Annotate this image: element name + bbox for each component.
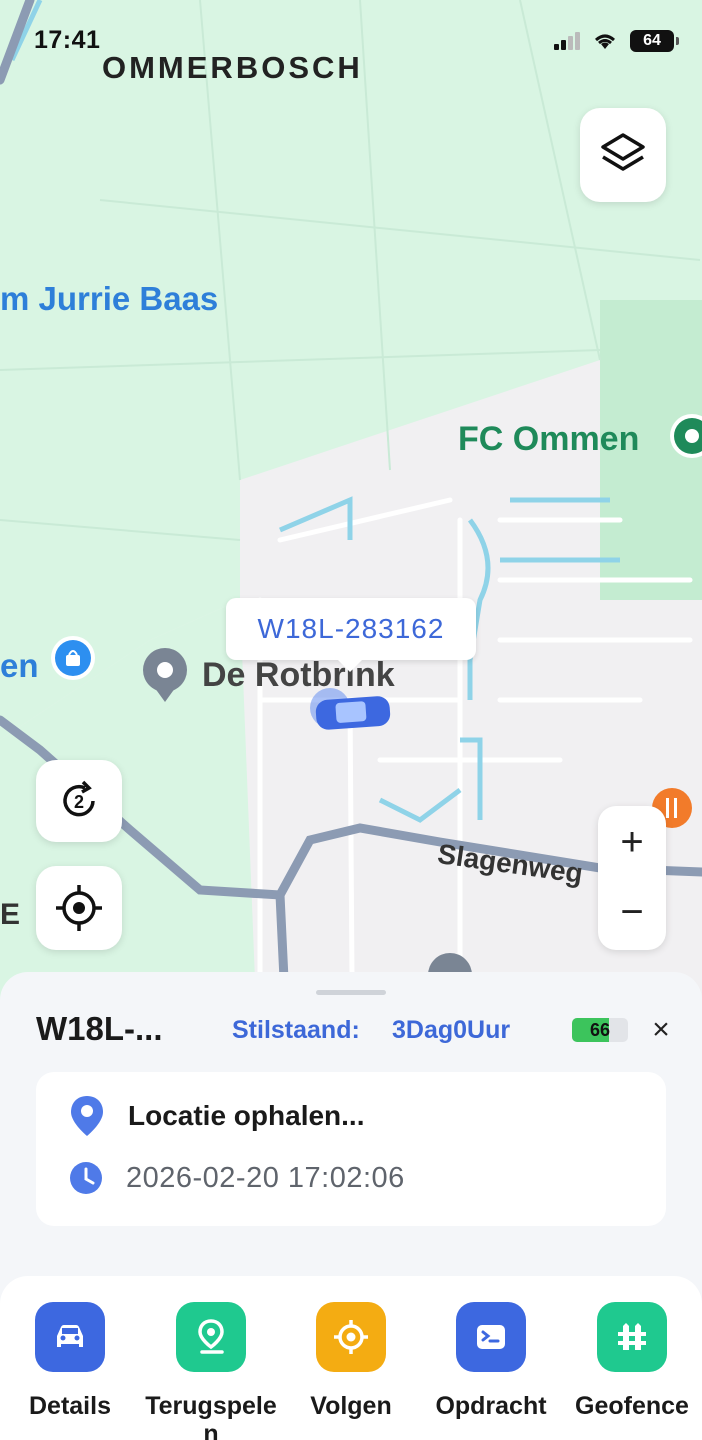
vehicle-id-bubble[interactable]: W18L-283162	[226, 598, 476, 672]
follow-action[interactable]: Volgen	[285, 1302, 417, 1420]
vehicle-battery: 66	[572, 1018, 628, 1042]
map-view[interactable]: 17:41 64 OMMERBOSCH m Jurrie Baas FC Omm…	[0, 0, 702, 1000]
timestamp-text: 2026-02-20 17:02:06	[126, 1161, 405, 1194]
vehicle-plate: W18L-...	[36, 1010, 163, 1047]
timestamp-row: 2026-02-20 17:02:06	[68, 1160, 405, 1196]
geofence-label: Geofence	[575, 1392, 689, 1420]
vehicle-sheet: W18L-... Stilstaand: 3Dag0Uur 66 × Locat…	[0, 972, 702, 1440]
map-label-jurrie-baas[interactable]: m Jurrie Baas	[0, 280, 218, 318]
map-label-de-rotbrink[interactable]: De Rotbrink	[202, 656, 395, 695]
fence-icon	[597, 1302, 667, 1372]
idle-duration: 3Dag0Uur	[392, 1016, 511, 1044]
map-label-ommerbosch: OMMERBOSCH	[102, 50, 363, 85]
zoom-out-button[interactable]: −	[598, 876, 666, 948]
car-icon	[35, 1302, 105, 1372]
layers-icon	[601, 133, 645, 171]
wifi-icon	[595, 34, 615, 49]
status-time: 17:41	[34, 26, 101, 54]
layers-button[interactable]	[580, 108, 666, 202]
vehicle-battery-value: 66	[589, 1019, 611, 1040]
command-label: Opdracht	[435, 1392, 547, 1420]
locate-icon	[56, 885, 102, 931]
refresh-count: 2	[74, 792, 84, 812]
details-action[interactable]: Details	[4, 1302, 136, 1420]
zoom-control: + −	[598, 806, 666, 950]
sheet-grabber[interactable]	[316, 990, 386, 995]
details-label: Details	[29, 1392, 111, 1420]
location-row: Locatie ophalen...	[68, 1094, 364, 1138]
battery-indicator: 64	[630, 30, 679, 52]
command-action[interactable]: Opdracht	[425, 1302, 557, 1420]
map-label-fc-ommen[interactable]: FC Ommen	[458, 420, 639, 459]
terminal-icon	[456, 1302, 526, 1372]
refresh-icon: 2	[63, 780, 95, 817]
refresh-button[interactable]: 2	[36, 760, 122, 842]
info-card: Locatie ophalen... 2026-02-20 17:02:06	[36, 1072, 666, 1226]
action-bar: Details Terugspelen Volgen Opdracht Geof…	[0, 1276, 702, 1440]
signal-icon	[554, 32, 580, 50]
idle-label: Stilstaand:	[232, 1016, 360, 1044]
status-indicators: 64	[554, 30, 679, 52]
geofence-action[interactable]: Geofence	[566, 1302, 698, 1420]
close-button[interactable]: ×	[646, 1012, 676, 1048]
location-pin-icon	[71, 1096, 103, 1136]
map-label-e: E	[0, 898, 21, 931]
locate-button[interactable]	[36, 866, 122, 950]
playback-action[interactable]: Terugspelen	[145, 1302, 277, 1440]
target-icon	[316, 1302, 386, 1372]
route-pin-icon	[176, 1302, 246, 1372]
playback-label: Terugspelen	[145, 1392, 277, 1440]
map-label-en[interactable]: en	[0, 647, 39, 685]
follow-label: Volgen	[310, 1392, 392, 1420]
location-text: Locatie ophalen...	[128, 1100, 365, 1131]
zoom-in-button[interactable]: +	[598, 806, 666, 878]
clock-icon	[70, 1162, 102, 1194]
